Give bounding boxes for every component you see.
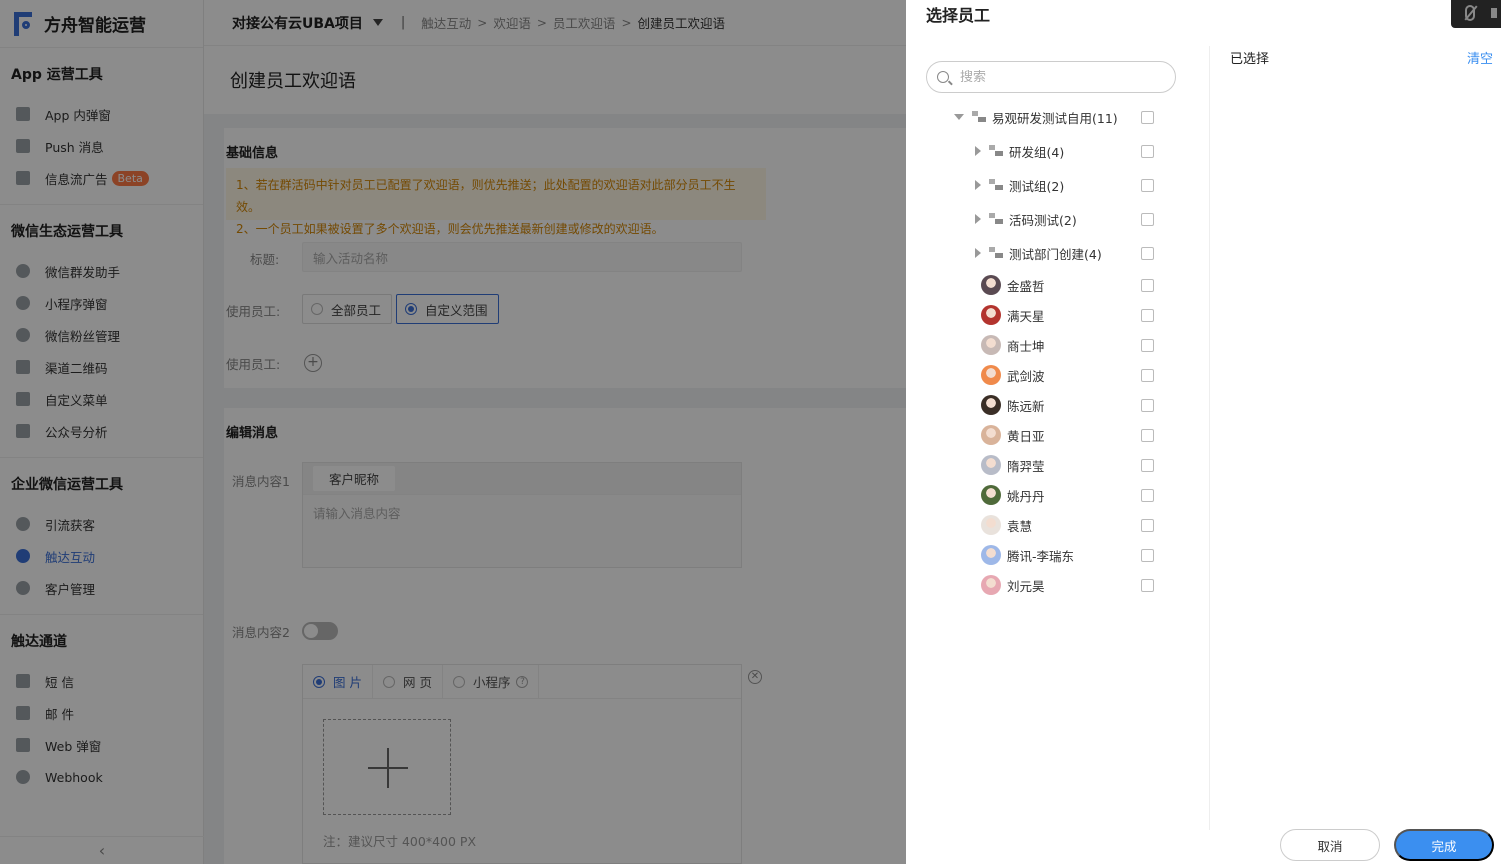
tree-node-group[interactable]: 测试组(2) (906, 170, 1206, 200)
org-icon (989, 179, 1003, 191)
checkbox[interactable] (1141, 247, 1154, 260)
tree-node-root[interactable]: 易观研发测试自用(11) (906, 102, 1206, 132)
staff-name: 姚丹丹 (1007, 488, 1045, 504)
staff-name: 腾讯-李瑞东 (1007, 548, 1075, 564)
caret-right-icon[interactable] (975, 180, 981, 190)
staff-name: 袁慧 (1007, 518, 1033, 534)
checkbox[interactable] (1141, 579, 1154, 592)
staff-name: 隋羿莹 (1007, 458, 1045, 474)
drawer-title: 选择员工 (926, 6, 991, 25)
checkbox[interactable] (1141, 279, 1154, 292)
caret-down-icon[interactable] (954, 114, 964, 120)
checkbox[interactable] (1141, 339, 1154, 352)
avatar (981, 455, 1001, 475)
checkbox[interactable] (1141, 549, 1154, 562)
avatar (981, 395, 1001, 415)
tree-node-label: 测试部门创建(4) (1009, 246, 1102, 262)
tree-node-group[interactable]: 活码测试(2) (906, 204, 1206, 234)
org-icon (989, 145, 1003, 157)
org-icon (989, 213, 1003, 225)
caret-right-icon[interactable] (975, 146, 981, 156)
tree-node-label: 测试组(2) (1009, 178, 1065, 194)
staff-name: 武剑波 (1007, 368, 1045, 384)
avatar (981, 305, 1001, 325)
avatar (981, 275, 1001, 295)
avatar (981, 485, 1001, 505)
staff-name: 黄日亚 (1007, 428, 1045, 444)
staff-search[interactable] (926, 61, 1176, 93)
tree-node-group[interactable]: 测试部门创建(4) (906, 238, 1206, 268)
staff-row[interactable]: 金盛哲 (906, 270, 1206, 300)
org-icon (972, 111, 986, 123)
checkbox[interactable] (1141, 213, 1154, 226)
checkbox[interactable] (1141, 179, 1154, 192)
checkbox[interactable] (1141, 399, 1154, 412)
staff-name: 陈远新 (1007, 398, 1045, 414)
staff-row[interactable]: 袁慧 (906, 510, 1206, 540)
panel-divider (1209, 46, 1210, 830)
checkbox[interactable] (1141, 489, 1154, 502)
tree-node-label: 活码测试(2) (1009, 212, 1077, 228)
staff-row[interactable]: 满天星 (906, 300, 1206, 330)
avatar (981, 545, 1001, 565)
widget-handle (1491, 8, 1497, 18)
avatar (981, 425, 1001, 445)
staff-row[interactable]: 腾讯-李瑞东 (906, 540, 1206, 570)
staff-row[interactable]: 刘元昊 (906, 570, 1206, 600)
select-staff-drawer: 选择员工 已选择 清空 易观研发测试自用(11) 研发组(4) 测试组(2) (906, 0, 1501, 864)
avatar (981, 335, 1001, 355)
clear-selection-link[interactable]: 清空 (1467, 48, 1493, 67)
checkbox[interactable] (1141, 309, 1154, 322)
staff-row[interactable]: 武剑波 (906, 360, 1206, 390)
staff-name: 刘元昊 (1007, 578, 1045, 594)
staff-name: 金盛哲 (1007, 278, 1045, 294)
staff-row[interactable]: 隋羿莹 (906, 450, 1206, 480)
staff-row[interactable]: 姚丹丹 (906, 480, 1206, 510)
search-icon (937, 71, 949, 83)
org-icon (989, 247, 1003, 259)
staff-row[interactable]: 陈远新 (906, 390, 1206, 420)
avatar (981, 575, 1001, 595)
staff-name: 商士坤 (1007, 338, 1045, 354)
tree-node-label: 研发组(4) (1009, 144, 1065, 160)
checkbox[interactable] (1141, 369, 1154, 382)
search-input[interactable] (960, 69, 1150, 85)
checkbox[interactable] (1141, 459, 1154, 472)
checkbox[interactable] (1141, 111, 1154, 124)
staff-row[interactable]: 黄日亚 (906, 420, 1206, 450)
checkbox[interactable] (1141, 519, 1154, 532)
mic-muted-widget[interactable] (1451, 0, 1501, 28)
confirm-button[interactable]: 完成 (1394, 829, 1494, 861)
checkbox[interactable] (1141, 145, 1154, 158)
selected-title: 已选择 (1230, 52, 1270, 67)
tree-node-label: 易观研发测试自用(11) (992, 110, 1118, 126)
avatar (981, 365, 1001, 385)
tree-node-group[interactable]: 研发组(4) (906, 136, 1206, 166)
caret-right-icon[interactable] (975, 214, 981, 224)
avatar (981, 515, 1001, 535)
cancel-button[interactable]: 取消 (1280, 829, 1380, 861)
staff-name: 满天星 (1007, 308, 1045, 324)
caret-right-icon[interactable] (975, 248, 981, 258)
checkbox[interactable] (1141, 429, 1154, 442)
staff-row[interactable]: 商士坤 (906, 330, 1206, 360)
